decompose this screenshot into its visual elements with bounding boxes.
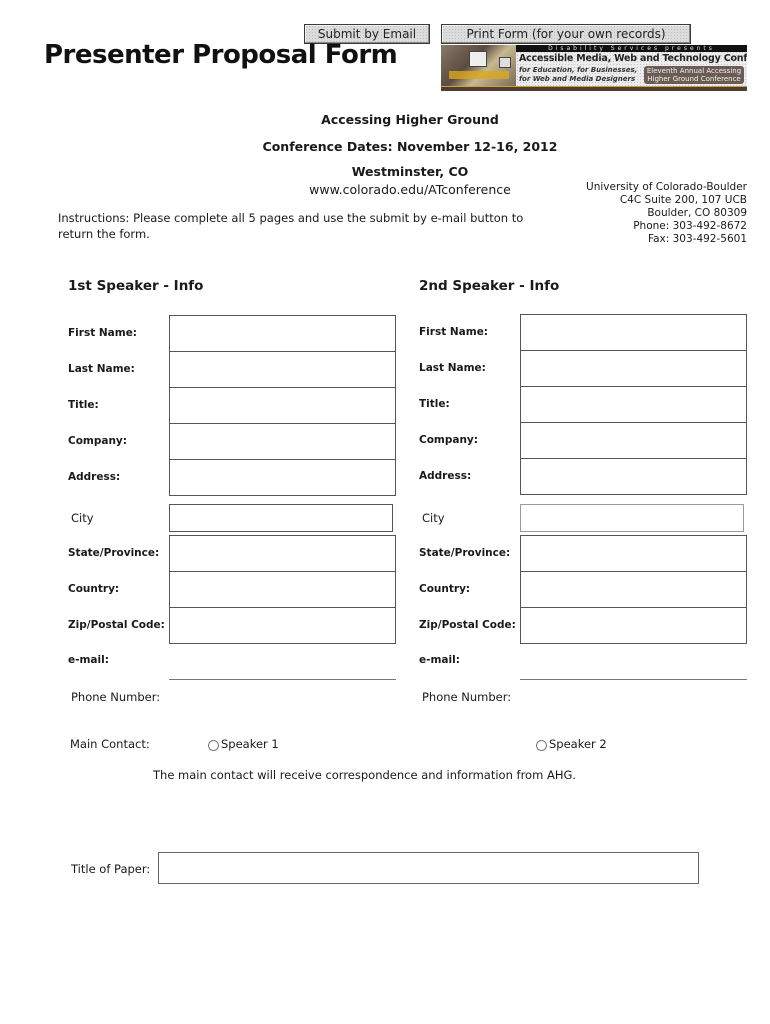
speaker2-last-name-input[interactable] bbox=[521, 351, 746, 386]
main-contact-speaker1-label[interactable]: Speaker 1 bbox=[221, 737, 279, 751]
speaker1-address-label: Address: bbox=[68, 471, 121, 483]
speaker2-zip-label: Zip/Postal Code: bbox=[419, 619, 516, 631]
main-contact-speaker2-label[interactable]: Speaker 2 bbox=[549, 737, 607, 751]
speaker2-country-label: Country: bbox=[419, 583, 471, 595]
speaker2-section-title: 2nd Speaker - Info bbox=[419, 278, 560, 294]
conference-location: Westminster, CO bbox=[351, 164, 469, 179]
speaker1-zip-label: Zip/Postal Code: bbox=[68, 619, 165, 631]
address-phone: Phone: 303-492-8672 bbox=[633, 220, 747, 232]
speaker2-state-field[interactable] bbox=[520, 535, 747, 572]
speaker2-country-field[interactable] bbox=[520, 571, 747, 608]
speaker2-zip-field[interactable] bbox=[520, 607, 747, 644]
speaker1-address-field[interactable] bbox=[169, 459, 396, 496]
conference-name: Accessing Higher Ground bbox=[321, 112, 499, 127]
speaker2-state-input[interactable] bbox=[521, 536, 746, 571]
speaker2-phone-label: Phone Number: bbox=[422, 690, 512, 704]
speaker1-email-field[interactable] bbox=[169, 679, 396, 680]
address-line-2: C4C Suite 200, 107 UCB bbox=[619, 194, 747, 206]
speaker2-city-field[interactable] bbox=[520, 504, 744, 532]
speaker1-section-title: 1st Speaker - Info bbox=[68, 278, 204, 294]
speaker2-title-label: Title: bbox=[419, 398, 450, 410]
speaker1-state-input[interactable] bbox=[170, 536, 395, 571]
speaker2-title-field[interactable] bbox=[520, 386, 747, 423]
monitor-icon bbox=[469, 51, 487, 67]
speaker1-title-label: Title: bbox=[68, 399, 99, 411]
speaker2-address-field[interactable] bbox=[520, 458, 747, 495]
paper-title-input[interactable] bbox=[159, 853, 698, 883]
speaker2-zip-input[interactable] bbox=[521, 608, 746, 643]
speaker2-last-name-field[interactable] bbox=[520, 350, 747, 387]
banner-subtitle-1: for Education, for Businesses, bbox=[519, 66, 638, 74]
print-form-button[interactable]: Print Form (for your own records) bbox=[441, 24, 691, 44]
speaker1-first-name-label: First Name: bbox=[68, 327, 138, 339]
speaker1-city-field[interactable] bbox=[169, 504, 393, 532]
main-contact-note: The main contact will receive correspond… bbox=[153, 768, 577, 782]
speaker1-company-field[interactable] bbox=[169, 423, 396, 460]
speaker2-company-input[interactable] bbox=[521, 423, 746, 458]
speaker2-city-input[interactable] bbox=[521, 505, 743, 531]
speaker2-state-label: State/Province: bbox=[419, 547, 511, 559]
speaker2-last-name-label: Last Name: bbox=[419, 362, 486, 374]
banner-badge: Eleventh Annual Accessing Higher Ground … bbox=[644, 66, 744, 84]
conference-banner: Disability Services presents Accessible … bbox=[441, 45, 747, 91]
banner-conference-name: Accessible Media, Web and Technology Con… bbox=[519, 53, 747, 64]
speaker2-company-field[interactable] bbox=[520, 422, 747, 459]
banner-subtitle-2: for Web and Media Designers bbox=[519, 75, 636, 83]
banner-badge-line-2: Higher Ground Conference bbox=[647, 75, 741, 83]
speaker1-country-input[interactable] bbox=[170, 572, 395, 607]
speaker1-last-name-field[interactable] bbox=[169, 351, 396, 388]
speaker1-address-input[interactable] bbox=[170, 460, 395, 495]
banner-top-text: Disability Services presents bbox=[516, 45, 747, 52]
speaker1-title-field[interactable] bbox=[169, 387, 396, 424]
speaker2-address-input[interactable] bbox=[521, 459, 746, 494]
main-contact-speaker1-radio[interactable] bbox=[208, 740, 219, 751]
paper-title-field[interactable] bbox=[158, 852, 699, 884]
speaker1-city-input[interactable] bbox=[170, 505, 392, 531]
main-contact-speaker2-radio[interactable] bbox=[536, 740, 547, 751]
speaker2-company-label: Company: bbox=[419, 434, 478, 446]
speaker1-phone-label: Phone Number: bbox=[71, 690, 161, 704]
speaker2-title-input[interactable] bbox=[521, 387, 746, 422]
speaker1-company-label: Company: bbox=[68, 435, 127, 447]
speaker2-address-label: Address: bbox=[419, 470, 472, 482]
speaker1-state-field[interactable] bbox=[169, 535, 396, 572]
speaker2-country-input[interactable] bbox=[521, 572, 746, 607]
speaker1-last-name-label: Last Name: bbox=[68, 363, 135, 375]
banner-badge-line-1: Eleventh Annual Accessing bbox=[646, 67, 742, 75]
main-contact-label: Main Contact: bbox=[70, 737, 150, 751]
speaker1-country-field[interactable] bbox=[169, 571, 396, 608]
speaker1-email-label: e-mail: bbox=[68, 654, 109, 666]
address-line-1: University of Colorado-Boulder bbox=[586, 181, 747, 193]
page-title: Presenter Proposal Form bbox=[44, 40, 398, 70]
speaker2-first-name-input[interactable] bbox=[521, 315, 746, 350]
address-fax: Fax: 303-492-5601 bbox=[648, 233, 747, 245]
speaker1-city-label: City bbox=[71, 511, 94, 525]
conference-dates: Conference Dates: November 12-16, 2012 bbox=[262, 139, 558, 154]
speaker1-country-label: Country: bbox=[68, 583, 120, 595]
monitor-icon bbox=[499, 57, 511, 68]
speaker1-first-name-input[interactable] bbox=[170, 316, 395, 351]
speaker1-last-name-input[interactable] bbox=[170, 352, 395, 387]
speaker2-email-field[interactable] bbox=[520, 679, 747, 680]
speaker1-zip-field[interactable] bbox=[169, 607, 396, 644]
speaker2-first-name-label: First Name: bbox=[419, 326, 489, 338]
paper-title-label: Title of Paper: bbox=[71, 862, 151, 876]
address-line-3: Boulder, CO 80309 bbox=[647, 207, 747, 219]
speaker1-title-input[interactable] bbox=[170, 388, 395, 423]
speaker1-zip-input[interactable] bbox=[170, 608, 395, 643]
speaker2-email-label: e-mail: bbox=[419, 654, 460, 666]
speaker1-first-name-field[interactable] bbox=[169, 315, 396, 352]
speaker1-state-label: State/Province: bbox=[68, 547, 160, 559]
instructions: Instructions: Please complete all 5 page… bbox=[58, 211, 524, 241]
speaker2-city-label: City bbox=[422, 511, 445, 525]
contact-address: University of Colorado-Boulder C4C Suite… bbox=[586, 181, 747, 246]
banner-photo bbox=[441, 45, 516, 86]
speaker2-first-name-field[interactable] bbox=[520, 314, 747, 351]
speaker1-company-input[interactable] bbox=[170, 424, 395, 459]
